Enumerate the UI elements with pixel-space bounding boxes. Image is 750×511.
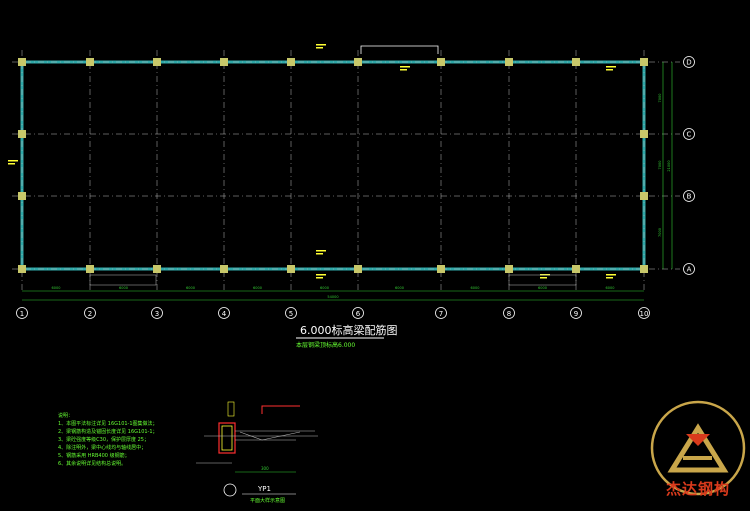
axis-label: 6 bbox=[356, 310, 361, 318]
axis-label: D bbox=[686, 59, 691, 67]
annotation-mark bbox=[606, 69, 613, 71]
steel-column bbox=[18, 58, 26, 66]
steel-column bbox=[287, 265, 295, 273]
drawing-notes: 说明： 1、本图平法标注详见 16G101-1图集做法； 2、梁钢筋构造及锚固长… bbox=[58, 412, 158, 468]
note-item: 2、梁钢筋构造及锚固长度详见 16G101-1； bbox=[58, 429, 158, 435]
steel-column bbox=[354, 58, 362, 66]
axis-label: 4 bbox=[222, 310, 227, 318]
span-dimension: 6000 bbox=[52, 286, 61, 290]
beam-outline bbox=[20, 60, 646, 271]
column-axis-bubbles: 1 2 3 4 5 6 7 8 9 10 bbox=[16, 307, 650, 319]
note-item: 6、其余说明详见结构总说明。 bbox=[58, 461, 127, 467]
steel-column bbox=[86, 265, 94, 273]
axis-label: 1 bbox=[20, 310, 24, 318]
top-callout bbox=[360, 45, 439, 54]
axis-label: A bbox=[687, 266, 692, 274]
annotation-mark bbox=[606, 274, 616, 276]
axis-label: 5 bbox=[289, 310, 293, 318]
axis-label: 9 bbox=[574, 310, 578, 318]
notes-heading: 说明： bbox=[58, 413, 74, 419]
beam-annotations bbox=[8, 44, 616, 286]
callout-box bbox=[508, 274, 577, 286]
annotation-mark bbox=[316, 47, 323, 49]
yp1-detail bbox=[196, 401, 318, 497]
span-dimension: 6000 bbox=[471, 286, 480, 290]
note-item: 1、本图平法标注详见 16G101-1图集做法； bbox=[58, 421, 158, 427]
column-markers bbox=[18, 58, 648, 273]
steel-column bbox=[86, 58, 94, 66]
steel-column bbox=[640, 130, 648, 138]
steel-column bbox=[220, 58, 228, 66]
annotation-mark bbox=[400, 66, 410, 68]
steel-column bbox=[505, 58, 513, 66]
steel-column bbox=[18, 265, 26, 273]
span-dimension: 6000 bbox=[538, 286, 547, 290]
company-logo-text: 杰达钢构 bbox=[665, 480, 730, 498]
axis-label: 2 bbox=[88, 310, 92, 318]
annotation-mark bbox=[316, 274, 326, 276]
annotation-mark bbox=[8, 163, 15, 165]
steel-column bbox=[640, 265, 648, 273]
axis-label: B bbox=[687, 193, 692, 201]
axis-label: 10 bbox=[640, 310, 649, 318]
grid-lines bbox=[12, 50, 680, 290]
steel-column bbox=[18, 192, 26, 200]
detail-label: YP1 bbox=[257, 485, 271, 493]
row-axis-bubbles: D C B A bbox=[683, 56, 695, 275]
steel-column bbox=[153, 265, 161, 273]
steel-column bbox=[153, 58, 161, 66]
total-dimension: 54000 bbox=[327, 295, 338, 299]
span-dimension: 6000 bbox=[606, 286, 615, 290]
annotation-mark bbox=[400, 69, 407, 71]
row-total-dimension: 21000 bbox=[667, 160, 671, 171]
span-dimension: 6000 bbox=[186, 286, 195, 290]
steel-column bbox=[287, 58, 295, 66]
span-dimension: 6000 bbox=[253, 286, 262, 290]
steel-column bbox=[640, 58, 648, 66]
callout-box bbox=[89, 274, 157, 286]
annotation-mark bbox=[8, 160, 18, 162]
note-item: 3、梁砼强度等级C30，保护层厚度 25； bbox=[58, 437, 149, 443]
axis-label: 7 bbox=[439, 310, 443, 318]
row-dimension: 7000 bbox=[658, 161, 662, 170]
steel-column bbox=[572, 58, 580, 66]
annotation-mark bbox=[316, 250, 326, 252]
annotation-mark bbox=[316, 277, 323, 279]
steel-column bbox=[437, 265, 445, 273]
drawing-subtitle: 本层钢梁顶标高6.000 bbox=[296, 341, 355, 349]
steel-column bbox=[640, 192, 648, 200]
span-dimension: 6000 bbox=[119, 286, 128, 290]
axis-label: 3 bbox=[155, 310, 159, 318]
axis-label: 8 bbox=[507, 310, 511, 318]
drawing-title: 6.000标高梁配筋图 bbox=[300, 323, 398, 337]
cad-viewport[interactable]: 6000 6000 6000 6000 6000 6000 6000 6000 6000 5400… bbox=[0, 0, 750, 507]
steel-column bbox=[505, 265, 513, 273]
steel-column bbox=[437, 58, 445, 66]
note-item: 4、除注明外，梁中心线均与轴线居中； bbox=[58, 445, 147, 451]
row-dimension: 7000 bbox=[658, 94, 662, 103]
annotation-mark bbox=[540, 277, 547, 279]
steel-column bbox=[354, 265, 362, 273]
steel-column bbox=[220, 265, 228, 273]
span-dimension: 6000 bbox=[320, 286, 329, 290]
axis-label: C bbox=[687, 131, 692, 139]
steel-column bbox=[572, 265, 580, 273]
row-dimension: 7000 bbox=[658, 228, 662, 237]
dimension-lines: 6000 6000 6000 6000 6000 6000 6000 6000 6000 5400… bbox=[22, 62, 673, 301]
steel-column bbox=[18, 130, 26, 138]
note-item: 5、钢筋采用 HRB400 级钢筋； bbox=[58, 453, 130, 459]
detail-caption: 平面大样示意图 bbox=[250, 497, 285, 504]
annotation-mark bbox=[316, 44, 326, 46]
annotation-mark bbox=[606, 66, 616, 68]
detail-dim: 300 bbox=[261, 466, 269, 471]
annotation-mark bbox=[316, 253, 323, 255]
span-dimension: 6000 bbox=[395, 286, 404, 290]
annotation-mark bbox=[606, 277, 613, 279]
